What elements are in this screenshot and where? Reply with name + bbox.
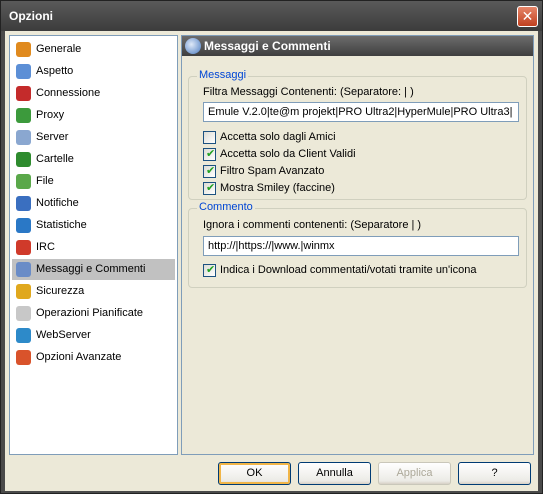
nav-item-label: Notifiche <box>36 197 79 209</box>
checkbox-label: Mostra Smiley (faccine) <box>220 182 335 194</box>
nav-item-label: Opzioni Avanzate <box>36 351 122 363</box>
advanced-options-icon <box>16 350 31 365</box>
nav-item-sicurezza[interactable]: Sicurezza <box>12 281 175 302</box>
checkbox-box[interactable] <box>203 131 216 144</box>
options-window: Opzioni ✕ Generale Aspetto Connessione Prox… <box>0 0 543 494</box>
nav-item-proxy[interactable]: Proxy <box>12 105 175 126</box>
checkbox-label: Accetta solo dagli Amici <box>220 131 336 143</box>
messages-icon <box>185 38 201 54</box>
checkmark-icon: ✔ <box>206 182 216 194</box>
nav-item-label: Aspetto <box>36 65 74 77</box>
checkbox-accetta-solo-da-client-validi[interactable]: ✔ Accetta solo da Client Validi <box>203 147 503 163</box>
dialog-client: Generale Aspetto Connessione Proxy Server Car… <box>5 31 538 491</box>
close-button[interactable]: ✕ <box>517 6 538 27</box>
nav-item-file[interactable]: File <box>12 171 175 192</box>
filter-messages-input[interactable]: Emule V.2.0|te@m projekt|PRO Ultra2|Hype… <box>203 102 519 122</box>
proxy-icon <box>16 108 31 123</box>
gear-icon <box>16 42 31 57</box>
nav-item-label: Cartelle <box>36 153 74 165</box>
nav-item-notifiche[interactable]: Notifiche <box>12 193 175 214</box>
notification-icon <box>16 196 31 211</box>
nav-item-label: Statistiche <box>36 219 87 231</box>
folder-icon <box>16 152 31 167</box>
filter-messages-label: Filtra Messaggi Contenenti: (Separatore:… <box>203 86 414 98</box>
ok-button[interactable]: OK <box>218 462 291 485</box>
server-icon <box>16 130 31 145</box>
nav-item-aspetto[interactable]: Aspetto <box>12 61 175 82</box>
panel-header: Messaggi e Commenti <box>182 36 533 56</box>
apply-button[interactable]: Applica <box>378 462 451 485</box>
checkmark-icon: ✔ <box>206 165 216 177</box>
settings-panel: Messaggi e Commenti Messaggi Filtra Mess… <box>181 35 534 455</box>
nav-item-label: Generale <box>36 43 82 55</box>
nav-item-label: Operazioni Pianificate <box>36 307 144 319</box>
checkbox-box[interactable]: ✔ <box>203 148 216 161</box>
nav-item-label: IRC <box>36 241 55 253</box>
nav-item-label: WebServer <box>36 329 91 341</box>
ignore-comments-label: Ignora i commenti contenenti: (Separator… <box>203 219 422 231</box>
statistics-icon <box>16 218 31 233</box>
nav-item-connessione[interactable]: Connessione <box>12 83 175 104</box>
ignore-comments-input[interactable]: http://|https://|www.|winmx <box>203 236 519 256</box>
calendar-icon <box>16 306 31 321</box>
window-title: Opzioni <box>9 9 53 23</box>
nav-item-statistiche[interactable]: Statistiche <box>12 215 175 236</box>
messages-group: Messaggi Filtra Messaggi Contenenti: (Se… <box>188 69 527 200</box>
checkbox-label: Accetta solo da Client Validi <box>220 148 356 160</box>
nav-item-server[interactable]: Server <box>12 127 175 148</box>
nav-item-cartelle[interactable]: Cartelle <box>12 149 175 170</box>
messages-legend: Messaggi <box>197 69 249 81</box>
irc-icon <box>16 240 31 255</box>
checkmark-icon: ✔ <box>206 264 216 276</box>
monitor-icon <box>16 64 31 79</box>
checkbox-box[interactable]: ✔ <box>203 182 216 195</box>
globe-icon <box>16 328 31 343</box>
lock-icon <box>16 284 31 299</box>
file-icon <box>16 174 31 189</box>
nav-item-label: Messaggi e Commenti <box>36 263 146 275</box>
title-bar[interactable]: Opzioni ✕ <box>1 1 542 31</box>
nav-item-label: Sicurezza <box>36 285 85 297</box>
comments-legend: Commento <box>197 201 255 213</box>
indicate-commented-downloads-checkbox[interactable]: ✔ Indica i Download commentati/votati tr… <box>203 263 503 279</box>
checkbox-label: Filtro Spam Avanzato <box>220 165 325 177</box>
options-nav-list: Generale Aspetto Connessione Proxy Server Car… <box>9 35 178 455</box>
close-icon: ✕ <box>521 8 534 24</box>
panel-title: Messaggi e Commenti <box>204 39 331 53</box>
cancel-button[interactable]: Annulla <box>298 462 371 485</box>
nav-item-operazioni-pianificate[interactable]: Operazioni Pianificate <box>12 303 175 324</box>
nav-item-label: File <box>36 175 54 187</box>
checkmark-icon: ✔ <box>206 148 216 160</box>
nav-item-label: Server <box>36 131 69 143</box>
checkbox-box[interactable]: ✔ <box>203 165 216 178</box>
nav-item-messaggi-e-commenti[interactable]: Messaggi e Commenti <box>12 259 175 280</box>
plug-icon <box>16 86 31 101</box>
checkbox-accetta-solo-dagli-amici[interactable]: Accetta solo dagli Amici <box>203 130 503 146</box>
comments-group: Commento Ignora i commenti contenenti: (… <box>188 201 527 288</box>
nav-item-webserver[interactable]: WebServer <box>12 325 175 346</box>
checkbox-label: Indica i Download commentati/votati tram… <box>220 264 477 276</box>
nav-item-label: Proxy <box>36 109 65 121</box>
checkbox-mostra-smiley-faccine[interactable]: ✔ Mostra Smiley (faccine) <box>203 181 503 197</box>
nav-item-opzioni-avanzate[interactable]: Opzioni Avanzate <box>12 347 175 368</box>
checkbox-filtro-spam-avanzato[interactable]: ✔ Filtro Spam Avanzato <box>203 164 503 180</box>
nav-item-label: Connessione <box>36 87 101 99</box>
nav-item-generale[interactable]: Generale <box>12 39 175 60</box>
checkbox-box[interactable]: ✔ <box>203 264 216 277</box>
nav-item-irc[interactable]: IRC <box>12 237 175 258</box>
messages-icon <box>16 262 31 277</box>
help-button[interactable]: ? <box>458 462 531 485</box>
